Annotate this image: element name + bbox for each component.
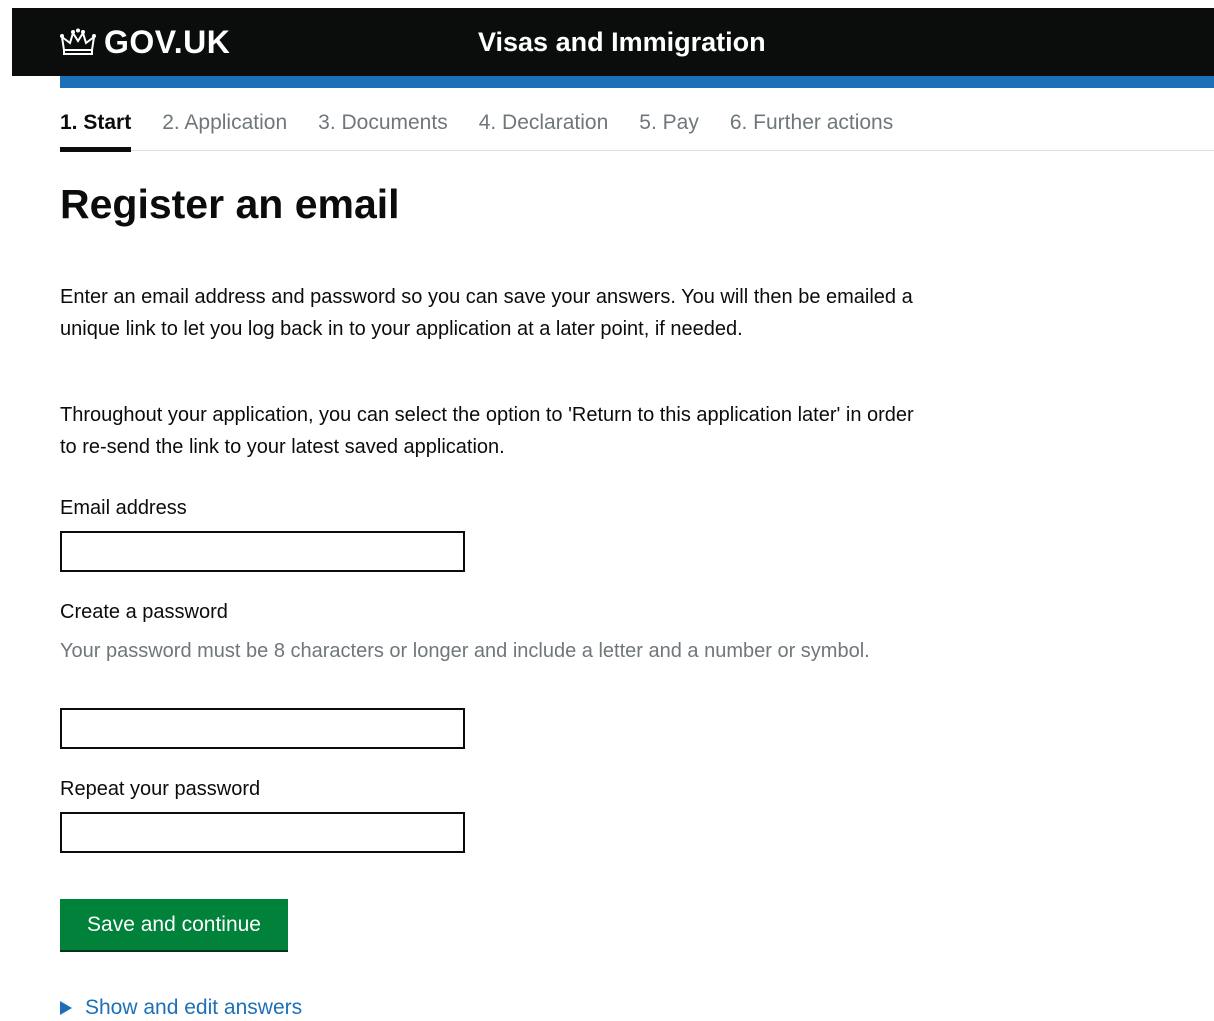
govuk-logo-link[interactable]: GOV.UK: [60, 20, 230, 64]
step-navigation: 1. Start 2. Application 3. Documents 4. …: [60, 104, 1214, 152]
page-title: Register an email: [60, 181, 400, 227]
page: GOV.UK Visas and Immigration 1. Start 2.…: [0, 0, 1214, 1021]
intro-paragraph-1: Enter an email address and password so y…: [60, 286, 913, 340]
triangle-right-icon: [60, 1001, 72, 1015]
email-label: Email address: [60, 497, 187, 519]
create-password-label: Create a password: [60, 601, 228, 623]
step-declaration[interactable]: 4. Declaration: [479, 104, 609, 150]
repeat-password-field[interactable]: [60, 812, 465, 853]
service-name[interactable]: Visas and Immigration: [478, 20, 766, 64]
show-and-edit-answers-label: Show and edit answers: [85, 996, 303, 1019]
step-start[interactable]: 1. Start: [60, 104, 132, 152]
logo-text: GOV.UK: [104, 23, 231, 60]
intro-paragraph-2: Throughout your application, you can sel…: [60, 404, 914, 458]
show-and-edit-answers-toggle[interactable]: Show and edit answers: [60, 996, 302, 1020]
password-hint: Your password must be 8 characters or lo…: [60, 640, 870, 662]
site-header: GOV.UK Visas and Immigration: [12, 8, 1214, 76]
password-field[interactable]: [60, 708, 465, 749]
step-documents[interactable]: 3. Documents: [318, 104, 448, 150]
step-pay[interactable]: 5. Pay: [639, 104, 699, 150]
crown-icon: [60, 28, 96, 55]
header-blue-bar: [60, 76, 1214, 88]
step-further-actions[interactable]: 6. Further actions: [730, 104, 893, 150]
step-application[interactable]: 2. Application: [162, 104, 287, 150]
save-and-continue-button[interactable]: Save and continue: [60, 899, 288, 950]
email-field[interactable]: [60, 531, 465, 572]
repeat-password-label: Repeat your password: [60, 778, 261, 800]
